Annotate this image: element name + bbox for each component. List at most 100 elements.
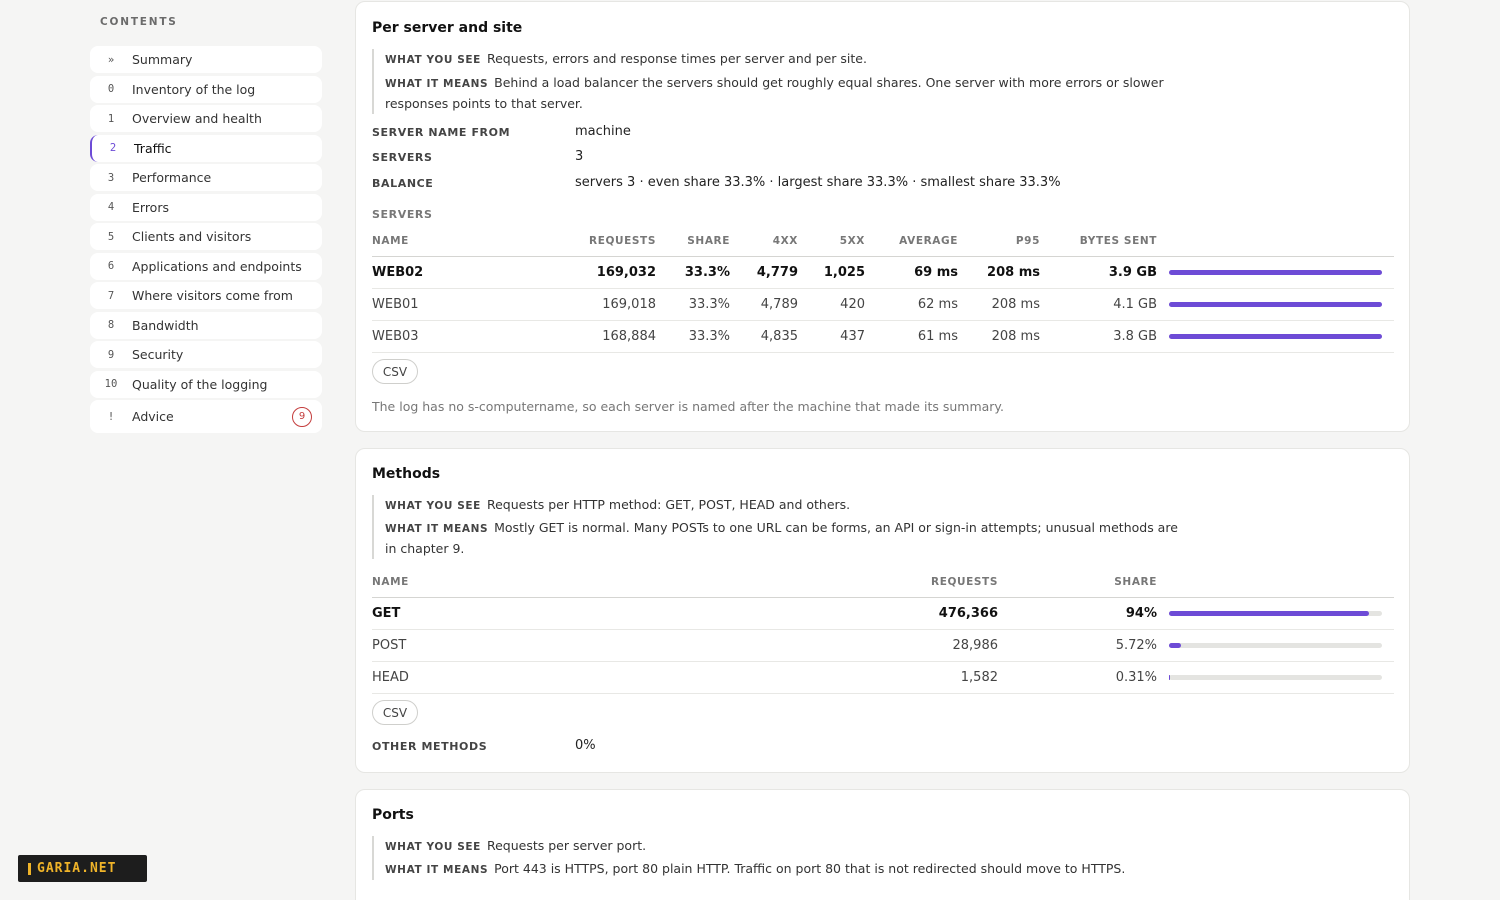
table-header-row: NAME REQUESTS SHARE bbox=[372, 567, 1394, 598]
nav-item-applications[interactable]: 6 Applications and endpoints bbox=[90, 252, 322, 280]
column-header-5xx[interactable]: 5XX bbox=[798, 226, 865, 257]
cell-share: 5.72% bbox=[998, 629, 1157, 662]
csv-download-button[interactable]: CSV bbox=[372, 700, 418, 725]
column-header-4xx[interactable]: 4XX bbox=[730, 226, 798, 257]
nav-item-inventory[interactable]: 0 Inventory of the log bbox=[90, 75, 322, 103]
what-it-means-label: WHAT IT MEANS bbox=[385, 523, 489, 535]
what-you-see-line: WHAT YOU SEE Requests per server port. bbox=[385, 836, 1172, 857]
cell-p95: 208 ms bbox=[958, 320, 1040, 353]
column-header-p95[interactable]: P95 bbox=[958, 226, 1040, 257]
nav-item-referrers[interactable]: 7 Where visitors come from bbox=[90, 282, 322, 309]
column-header-average[interactable]: AVERAGE bbox=[865, 226, 958, 257]
nav-item-label: Bandwidth bbox=[132, 317, 199, 333]
cell-name: GET bbox=[372, 597, 672, 630]
cell-requests: 169,032 bbox=[527, 256, 656, 289]
nav-item-label: Advice bbox=[132, 409, 174, 424]
nav-item-number: 9 bbox=[107, 348, 115, 361]
nav-item-number: » bbox=[107, 53, 115, 66]
what-you-see-label: WHAT YOU SEE bbox=[385, 841, 481, 853]
kv-value: 0% bbox=[575, 738, 596, 753]
share-bar-track bbox=[1169, 642, 1382, 648]
csv-download-button[interactable]: CSV bbox=[372, 359, 418, 384]
card-title: Ports bbox=[372, 807, 414, 823]
share-bar-fill bbox=[1169, 642, 1181, 648]
share-bar-fill bbox=[1169, 301, 1382, 307]
what-it-means-line: WHAT IT MEANS Mostly GET is normal. Many … bbox=[385, 518, 1192, 559]
table-row: WEB02 169,032 33.3% 4,779 1,025 69 ms 20… bbox=[372, 256, 1394, 289]
kv-other-methods: OTHER METHODS 0% bbox=[372, 738, 596, 753]
cell-4xx: 4,779 bbox=[730, 256, 798, 289]
nav-item-overview[interactable]: 1 Overview and health bbox=[90, 105, 322, 132]
nav-item-number: 4 bbox=[107, 201, 115, 213]
share-bar-track bbox=[1169, 269, 1382, 275]
nav-item-advice[interactable]: ! Advice 9 bbox=[90, 400, 322, 433]
table-row: WEB01 169,018 33.3% 4,789 420 62 ms 208 … bbox=[372, 288, 1394, 321]
cell-bytes-sent: 3.9 GB bbox=[1040, 256, 1157, 289]
kv-servers: SERVERS 3 bbox=[372, 149, 583, 164]
column-header-name[interactable]: NAME bbox=[372, 567, 672, 598]
nav-item-label: Security bbox=[132, 347, 184, 362]
what-it-means-label: WHAT IT MEANS bbox=[385, 78, 489, 90]
what-you-see-text: Requests per HTTP method: GET, POST, HEA… bbox=[486, 497, 851, 512]
nav-item-clients[interactable]: 5 Clients and visitors bbox=[90, 223, 322, 250]
column-header-share[interactable]: SHARE bbox=[656, 226, 730, 257]
nav-item-security[interactable]: 9 Security bbox=[90, 341, 322, 368]
contents-nav: » Summary 0 Inventory of the log 1 Overview… bbox=[90, 46, 322, 436]
cell-share-bar bbox=[1157, 288, 1394, 321]
kv-balance: BALANCE servers 3 · even share 33.3% · la… bbox=[372, 175, 1061, 190]
nav-item-label: Where visitors come from bbox=[132, 288, 293, 303]
share-bar-track bbox=[1169, 674, 1382, 680]
kv-key: SERVERS bbox=[372, 151, 433, 164]
cell-share-bar bbox=[1157, 661, 1394, 694]
nav-item-summary[interactable]: » Summary bbox=[90, 46, 322, 73]
nav-item-number: 8 bbox=[107, 319, 115, 331]
cell-5xx: 437 bbox=[798, 320, 865, 353]
column-header-requests[interactable]: REQUESTS bbox=[527, 226, 656, 257]
cell-name: WEB01 bbox=[372, 288, 527, 321]
column-header-share[interactable]: SHARE bbox=[998, 567, 1157, 598]
column-header-name[interactable]: NAME bbox=[372, 226, 527, 257]
cell-share: 94% bbox=[998, 597, 1157, 630]
explanation-block: WHAT YOU SEE Requests, errors and respons… bbox=[372, 49, 1172, 114]
cell-bytes-sent: 4.1 GB bbox=[1040, 288, 1157, 321]
column-header-bytes-sent[interactable]: BYTES SENT bbox=[1040, 226, 1157, 257]
what-you-see-label: WHAT YOU SEE bbox=[385, 54, 481, 66]
cell-4xx: 4,835 bbox=[730, 320, 798, 353]
cell-requests: 168,884 bbox=[527, 320, 656, 353]
nav-item-label: Applications and endpoints bbox=[132, 258, 302, 274]
cell-average: 62 ms bbox=[865, 288, 958, 321]
cell-share: 33.3% bbox=[656, 256, 730, 289]
cell-5xx: 1,025 bbox=[798, 256, 865, 289]
kv-key: BALANCE bbox=[372, 177, 434, 190]
nav-item-performance[interactable]: 3 Performance bbox=[90, 164, 322, 191]
brand-text: GARIA.NET bbox=[37, 861, 117, 876]
cell-name: HEAD bbox=[372, 661, 672, 694]
nav-item-label: Inventory of the log bbox=[132, 81, 256, 97]
cell-name: WEB02 bbox=[372, 256, 527, 289]
nav-item-number: 6 bbox=[107, 260, 115, 272]
nav-item-number: 7 bbox=[107, 289, 115, 302]
nav-item-bandwidth[interactable]: 8 Bandwidth bbox=[90, 311, 322, 339]
nav-item-number: 3 bbox=[107, 171, 115, 184]
nav-item-number: ! bbox=[107, 410, 115, 423]
kv-value: servers 3 · even share 33.3% · largest s… bbox=[575, 175, 1061, 190]
cell-average: 61 ms bbox=[865, 320, 958, 353]
brand-logo[interactable]: GARIA.NET bbox=[18, 855, 147, 882]
kv-key: OTHER METHODS bbox=[372, 740, 488, 753]
what-it-means-text: Mostly GET is normal. Many POSTs to one … bbox=[385, 520, 1178, 556]
share-bar-fill bbox=[1169, 674, 1170, 680]
cell-share: 0.31% bbox=[998, 661, 1157, 694]
column-header-requests[interactable]: REQUESTS bbox=[672, 567, 998, 598]
cell-share-bar bbox=[1157, 320, 1394, 353]
kv-key: SERVER NAME FROM bbox=[372, 126, 511, 139]
explanation-block: WHAT YOU SEE Requests per HTTP method: GE… bbox=[372, 495, 1192, 559]
cell-share-bar bbox=[1157, 256, 1394, 289]
cell-share: 33.3% bbox=[656, 320, 730, 353]
cell-share-bar bbox=[1157, 629, 1394, 662]
nav-item-traffic[interactable]: 2 Traffic bbox=[90, 134, 322, 162]
nav-item-logging-quality[interactable]: 10 Quality of the logging bbox=[90, 370, 322, 398]
per-server-card: Per server and site WHAT YOU SEE Requests… bbox=[355, 1, 1410, 432]
what-it-means-line: WHAT IT MEANS Behind a load balancer the … bbox=[385, 73, 1172, 114]
nav-item-errors[interactable]: 4 Errors bbox=[90, 193, 322, 221]
what-you-see-line: WHAT YOU SEE Requests per HTTP method: GE… bbox=[385, 495, 1192, 516]
